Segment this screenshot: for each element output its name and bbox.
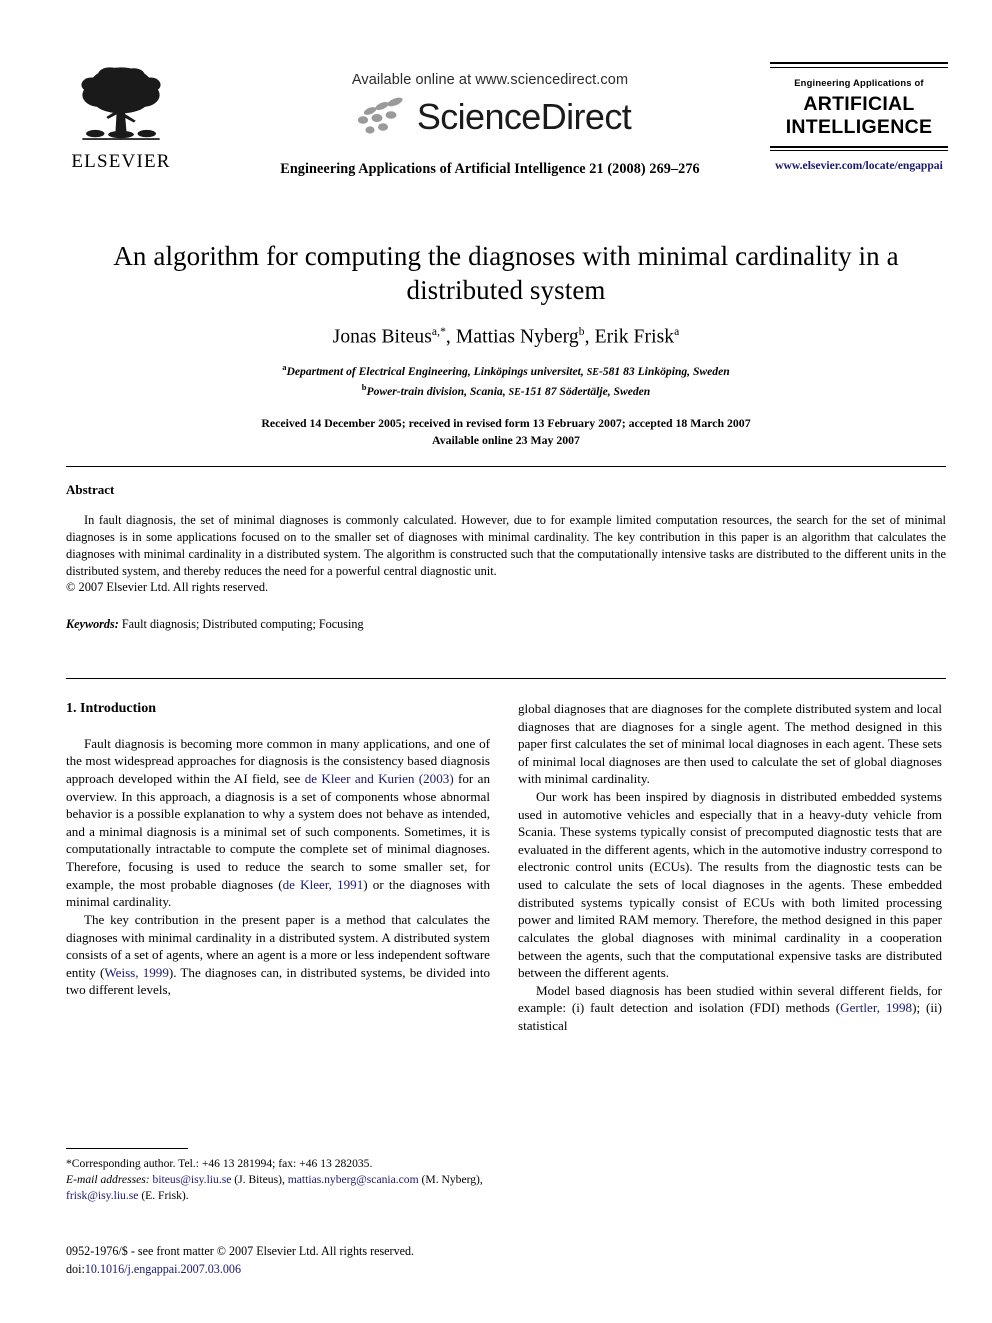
elsevier-tree-icon [81, 67, 161, 140]
journal-logo-title: ARTIFICIAL INTELLIGENCE [770, 93, 948, 139]
email-link-2[interactable]: mattias.nyberg@scania.com [288, 1173, 419, 1186]
author-name: Mattias Nyberg [455, 326, 579, 347]
journal-url-link[interactable]: www.elsevier.com/locate/engappai [770, 159, 948, 172]
paper-page: ELSEVIER Available online at www.science… [0, 0, 992, 1323]
affiliation-country-code: SE [508, 386, 521, 398]
citation-link[interactable]: de Kleer and Kurien (2003) [305, 771, 454, 786]
abstract-bottom-rule [66, 678, 946, 679]
author-name: Jonas Biteus [332, 326, 432, 347]
journal-reference: Engineering Applications of Artificial I… [280, 161, 700, 177]
paragraph-text: Our work has been inspired by diagnosis … [518, 789, 942, 981]
author-separator: , [584, 326, 595, 347]
email-owner-3: (E. Frisk). [141, 1188, 189, 1202]
abstract-section: Abstract In fault diagnosis, the set of … [66, 482, 946, 632]
citation-link[interactable]: Gertler, 1998 [840, 1000, 912, 1015]
footnote-block: *Corresponding author. Tel.: +46 13 2819… [66, 1148, 490, 1204]
sciencedirect-logo: ScienceDirect [230, 94, 750, 140]
body-paragraph: global diagnoses that are diagnoses for … [518, 700, 942, 788]
email-link-3[interactable]: frisk@isy.liu.se [66, 1189, 138, 1202]
elsevier-logo: ELSEVIER [66, 60, 176, 171]
keywords-line: Keywords: Fault diagnosis; Distributed c… [66, 617, 946, 632]
footnote-rule [66, 1148, 188, 1149]
sciencedirect-swoosh-icon [357, 97, 403, 134]
title-block: An algorithm for computing the diagnoses… [66, 240, 946, 449]
citation-link[interactable]: Weiss, 1999 [104, 965, 169, 980]
author-name: Erik Frisk [594, 326, 675, 347]
doi-line: doi:10.1016/j.engappai.2007.03.006 [66, 1261, 506, 1279]
intro-paragraphs-left: Fault diagnosis is becoming more common … [66, 735, 490, 999]
affiliation-text-rest: -581 83 Linköping, Sweden [598, 364, 730, 378]
doi-link[interactable]: 10.1016/j.engappai.2007.03.006 [85, 1262, 241, 1276]
author-affiliation-mark: a [674, 325, 680, 338]
received-line: Received 14 December 2005; received in r… [261, 416, 751, 431]
journal-logo-title-line2: INTELLIGENCE [785, 115, 933, 138]
section-heading-introduction: 1. Introduction [66, 701, 156, 716]
masthead: ELSEVIER Available online at www.science… [0, 52, 992, 212]
abstract-heading: Abstract [66, 482, 115, 497]
doi-label: doi: [66, 1261, 85, 1276]
abstract-copyright: © 2007 Elsevier Ltd. All rights reserved… [66, 580, 269, 595]
intro-paragraphs-right: global diagnoses that are diagnoses for … [518, 700, 942, 1035]
author-affiliation-mark: a,* [431, 325, 446, 338]
author-separator: , [445, 326, 456, 347]
available-online-line: Available online 23 May 2007 [432, 433, 580, 448]
email-owner-1: (J. Biteus), [234, 1172, 285, 1186]
abstract-top-rule [66, 466, 946, 467]
journal-logo-rule-top [770, 62, 948, 68]
body-column-left: 1. Introduction Fault diagnosis is becom… [66, 700, 490, 999]
affiliation-text-rest: -151 87 Södertälje, Sweden [520, 384, 651, 398]
author-list: Jonas Biteusa,*, Mattias Nybergb, Erik F… [66, 326, 946, 349]
abstract-text: In fault diagnosis, the set of minimal d… [66, 513, 946, 578]
keywords-value: Fault diagnosis; Distributed computing; … [121, 617, 364, 632]
body-column-right: global diagnoses that are diagnoses for … [518, 700, 942, 1035]
journal-logo-title-line1: ARTIFICIAL [803, 92, 915, 115]
affiliation-line: aDepartment of Electrical Engineering, L… [66, 361, 946, 381]
journal-logo-rule-bottom [770, 145, 948, 151]
email-addresses-label: E-mail addresses: [66, 1172, 150, 1186]
affiliation-text: Department of Electrical Engineering, Li… [286, 364, 587, 378]
affiliation-line: bPower-train division, Scania, SE-151 87… [66, 381, 946, 401]
affiliation-text: Power-train division, Scania, [366, 384, 509, 398]
body-paragraph: Fault diagnosis is becoming more common … [66, 735, 490, 911]
sciencedirect-block: Available online at www.sciencedirect.co… [230, 72, 750, 178]
journal-logo-subtitle: Engineering Applications of [794, 76, 924, 88]
affiliation-list: aDepartment of Electrical Engineering, L… [66, 361, 946, 400]
email-link-1[interactable]: biteus@isy.liu.se [153, 1173, 232, 1186]
body-paragraph: Model based diagnosis has been studied w… [518, 982, 942, 1035]
citation-link[interactable]: de Kleer, 1991 [283, 877, 364, 892]
sciencedirect-wordmark: ScienceDirect [416, 96, 632, 137]
corresponding-author-note: *Corresponding author. Tel.: +46 13 2819… [66, 1157, 373, 1170]
available-online-text: Available online at www.sciencedirect.co… [351, 72, 629, 88]
email-owner-2: (M. Nyberg), [421, 1172, 483, 1186]
email-addresses-note: E-mail addresses: biteus@isy.liu.se (J. … [66, 1172, 490, 1204]
body-paragraph: The key contribution in the present pape… [66, 911, 490, 999]
page-title: An algorithm for computing the diagnoses… [113, 241, 899, 305]
elsevier-wordmark: ELSEVIER [71, 151, 171, 172]
journal-logo: Engineering Applications of ARTIFICIAL I… [770, 62, 948, 172]
paragraph-text: for an overview. In this approach, a dia… [66, 771, 490, 892]
publication-history: Received 14 December 2005; received in r… [66, 415, 946, 449]
front-matter-line: 0952-1976/$ - see front matter © 2007 El… [66, 1244, 415, 1258]
paragraph-text: global diagnoses that are diagnoses for … [518, 701, 942, 787]
keywords-label: Keywords: [66, 617, 119, 632]
body-paragraph: Our work has been inspired by diagnosis … [518, 788, 942, 982]
affiliation-country-code: SE [586, 366, 599, 378]
imprint-block: 0952-1976/$ - see front matter © 2007 El… [66, 1243, 506, 1278]
